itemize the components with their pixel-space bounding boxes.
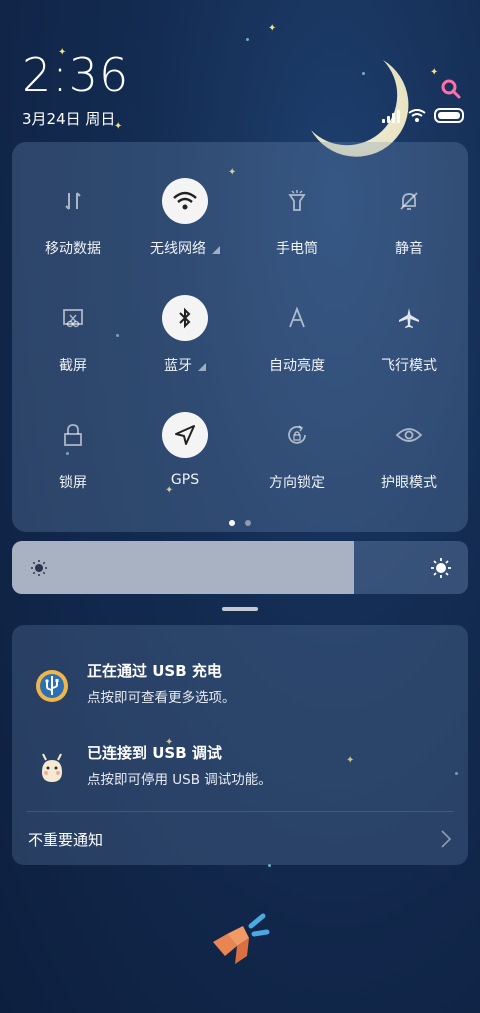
wifi-icon <box>162 178 208 224</box>
tile-label: 手电筒 <box>276 241 318 257</box>
quick-settings-panel: 移动数据 无线网络 手电筒 静音 截屏 蓝牙 自动亮度 飞行模式 锁屏 GPS … <box>12 142 468 532</box>
battery-icon <box>434 108 464 123</box>
tile-mute[interactable]: 静音 <box>352 166 466 276</box>
search-icon[interactable] <box>440 78 462 100</box>
brightness-high-icon <box>431 557 451 578</box>
tile-label: GPS <box>170 472 200 488</box>
notification-usb-debug[interactable]: 已连接到 USB 调试 点按即可停用 USB 调试功能。 <box>12 738 468 802</box>
minor-notifications-link[interactable]: 不重要通知 <box>28 829 103 850</box>
rotation-lock-icon <box>274 412 320 458</box>
airplane-icon <box>386 295 432 341</box>
tile-label: 蓝牙 <box>164 355 206 375</box>
notification-title: 已连接到 USB 调试 <box>87 744 222 762</box>
tile-wifi[interactable]: 无线网络 <box>128 166 242 276</box>
mute-icon <box>386 178 432 224</box>
divider <box>26 811 454 812</box>
tile-label: 移动数据 <box>45 241 101 257</box>
chevron-right-icon[interactable] <box>440 829 452 849</box>
tile-label: 飞行模式 <box>381 358 437 374</box>
tile-screenshot[interactable]: 截屏 <box>16 283 130 393</box>
wifi-status-icon <box>408 108 426 122</box>
notification-usb-charging[interactable]: 正在通过 USB 充电 点按即可查看更多选项。 <box>12 656 468 720</box>
brightness-slider[interactable] <box>12 541 468 594</box>
signal-icon <box>382 109 400 123</box>
clock: 2:36 <box>22 48 130 102</box>
notification-panel: 正在通过 USB 充电 点按即可查看更多选项。 已连接到 USB 调试 点按即可… <box>12 625 468 865</box>
notification-title: 正在通过 USB 充电 <box>87 662 222 680</box>
brightness-low-icon <box>31 559 47 576</box>
mobile-data-icon <box>50 178 96 224</box>
tile-label: 护眼模式 <box>381 475 437 491</box>
page-indicator[interactable] <box>12 520 468 526</box>
eye-icon <box>386 412 432 458</box>
page-dot <box>229 520 235 526</box>
tile-gps[interactable]: GPS <box>128 400 242 510</box>
tile-flashlight[interactable]: 手电筒 <box>240 166 354 276</box>
brightness-fill <box>12 541 354 594</box>
notification-text: 点按即可停用 USB 调试功能。 <box>87 772 272 788</box>
notification-text: 点按即可查看更多选项。 <box>87 690 236 706</box>
android-debug-icon <box>42 753 62 782</box>
star-decoration: ✦ <box>430 67 439 78</box>
bluetooth-icon <box>162 295 208 341</box>
tile-lock-screen[interactable]: 锁屏 <box>16 400 130 510</box>
tile-label: 锁屏 <box>59 475 87 491</box>
status-icons <box>382 108 464 123</box>
usb-icon <box>36 670 68 702</box>
tile-auto-brightness[interactable]: 自动亮度 <box>240 283 354 393</box>
star-decoration: ✦ <box>268 23 277 34</box>
tile-bluetooth[interactable]: 蓝牙 <box>128 283 242 393</box>
tile-rotation-lock[interactable]: 方向锁定 <box>240 400 354 510</box>
tile-label: 截屏 <box>59 358 87 374</box>
drag-handle[interactable] <box>222 607 258 611</box>
lock-icon <box>50 412 96 458</box>
flashlight-icon <box>274 178 320 224</box>
date: 3月24日 周日 <box>22 110 116 128</box>
gps-icon <box>162 412 208 458</box>
bird-decoration <box>213 913 270 964</box>
tile-label: 自动亮度 <box>269 358 325 374</box>
tile-eye-protection[interactable]: 护眼模式 <box>352 400 466 510</box>
screenshot-icon <box>50 295 96 341</box>
page-dot <box>245 520 251 526</box>
tile-label: 方向锁定 <box>269 475 325 491</box>
tile-mobile-data[interactable]: 移动数据 <box>16 166 130 276</box>
tile-airplane[interactable]: 飞行模式 <box>352 283 466 393</box>
tile-label: 静音 <box>395 241 423 257</box>
tile-label: 无线网络 <box>150 238 220 258</box>
star-decoration <box>246 38 249 41</box>
auto-brightness-icon <box>274 295 320 341</box>
